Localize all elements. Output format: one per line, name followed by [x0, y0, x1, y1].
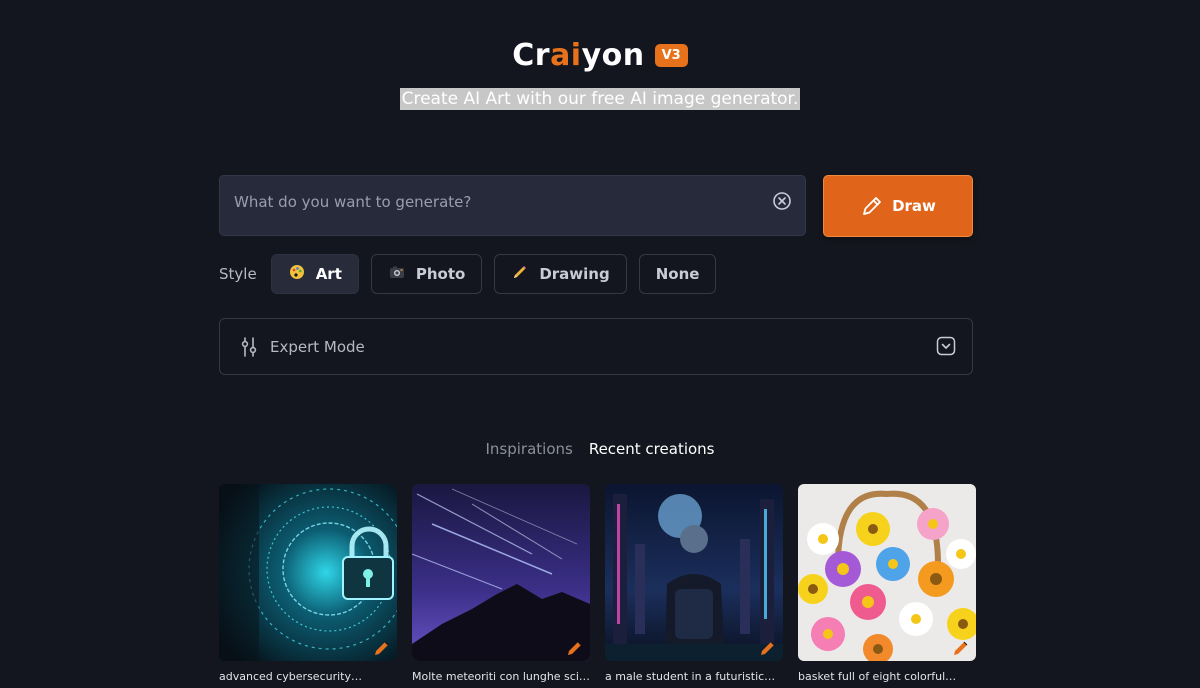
pencil-icon	[511, 264, 529, 284]
tagline: Create AI Art with our free AI image gen…	[399, 88, 801, 110]
prompt-input[interactable]	[232, 190, 756, 214]
sliders-icon	[241, 336, 257, 357]
style-label: Style	[219, 265, 257, 283]
palette-icon	[288, 264, 306, 284]
style-option-label: Photo	[415, 265, 466, 283]
edit-pencil-icon[interactable]	[373, 639, 391, 657]
gallery-caption: a male student in a futuristic…	[605, 670, 776, 683]
gallery-card[interactable]: a male student in a futuristic…	[605, 484, 783, 683]
gallery-caption: basket full of eight colorful…	[798, 670, 957, 683]
cyber-lock-image	[219, 484, 397, 661]
gallery-card[interactable]: advanced cybersecurity…	[219, 484, 397, 683]
style-option-photo[interactable]: Photo	[370, 254, 483, 294]
logo-wordmark: Craiyon	[512, 38, 645, 73]
circle-x-icon[interactable]	[771, 190, 793, 212]
style-option-label: None	[655, 265, 700, 283]
prompt-box	[219, 175, 806, 236]
futuristic-student-image	[605, 484, 783, 661]
pencil-icon	[863, 197, 881, 215]
style-option-drawing[interactable]: Drawing	[494, 254, 627, 294]
expert-mode-toggle[interactable]: Expert Mode	[219, 318, 973, 375]
gallery-card[interactable]: Molte meteoriti con lunghe sci…	[412, 484, 590, 683]
gallery-grid: advanced cybersecurity… Molte meteoriti …	[219, 484, 976, 683]
gallery-tabs: Inspirations Recent creations	[0, 440, 1200, 458]
tab-inspirations[interactable]: Inspirations	[485, 440, 572, 458]
flower-basket-image	[798, 484, 976, 661]
meteor-night-image	[412, 484, 590, 661]
gallery-caption: advanced cybersecurity…	[219, 670, 362, 683]
tab-recent-creations[interactable]: Recent creations	[589, 440, 715, 458]
draw-button-label: Draw	[892, 197, 936, 215]
gallery-card[interactable]: basket full of eight colorful…	[798, 484, 976, 683]
edit-pencil-icon[interactable]	[952, 639, 970, 657]
gallery-caption: Molte meteoriti con lunghe sci…	[412, 670, 590, 683]
logo[interactable]: Craiyon V3	[0, 38, 1200, 73]
draw-button[interactable]: Draw	[823, 175, 973, 237]
edit-pencil-icon[interactable]	[759, 639, 777, 657]
expert-mode-label: Expert Mode	[270, 337, 365, 356]
style-option-art[interactable]: Art	[270, 254, 359, 294]
style-option-none[interactable]: None	[638, 254, 717, 294]
chevron-down-icon[interactable]	[936, 336, 956, 356]
style-option-label: Art	[315, 265, 342, 283]
style-option-label: Drawing	[539, 265, 610, 283]
camera-icon	[388, 264, 406, 284]
style-selector: Style Art Photo Drawing None	[219, 254, 717, 294]
version-badge: V3	[654, 44, 688, 67]
edit-pencil-icon[interactable]	[566, 639, 584, 657]
